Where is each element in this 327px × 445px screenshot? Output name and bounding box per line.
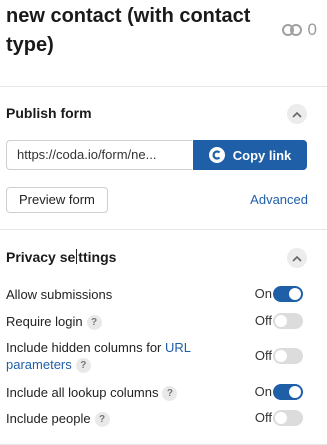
form-url-field[interactable]: https://coda.io/form/ne... — [6, 140, 192, 170]
copy-link-button[interactable]: Copy link — [193, 140, 307, 170]
setting-state: Off — [254, 348, 272, 363]
lookup-columns-toggle[interactable] — [273, 384, 303, 400]
chevron-up-icon — [292, 255, 302, 262]
help-icon[interactable]: ? — [162, 386, 178, 402]
chevron-up-icon — [292, 111, 302, 118]
preview-form-button[interactable]: Preview form — [6, 187, 108, 213]
collapse-publish-button[interactable] — [287, 104, 307, 124]
help-icon[interactable]: ? — [86, 315, 102, 331]
form-title: new contact (with contact type) — [6, 5, 251, 56]
coda-icon — [208, 147, 225, 163]
copy-link-label: Copy link — [232, 147, 292, 163]
collapse-privacy-button[interactable] — [287, 248, 307, 268]
privacy-section-title: Privacy se ttings — [6, 249, 117, 265]
publish-section-title: Publish form — [6, 105, 92, 121]
setting-label: Require login — [6, 314, 83, 329]
setting-state: On — [254, 286, 272, 301]
link-icon — [281, 24, 302, 36]
setting-state: On — [254, 384, 272, 399]
setting-state: Off — [254, 313, 272, 328]
setting-label: Include hidden columns for — [6, 340, 165, 355]
require-login-toggle[interactable] — [273, 313, 303, 329]
help-icon[interactable]: ? — [75, 358, 91, 374]
setting-state: Off — [254, 410, 272, 425]
setting-label: Allow submissions — [6, 287, 113, 302]
advanced-link[interactable]: Advanced — [250, 192, 308, 207]
link-count-value: 0 — [307, 20, 317, 39]
setting-label: Include all lookup columns — [6, 385, 159, 400]
form-header: new contact (with contact type) 0 — [0, 0, 327, 87]
hidden-columns-toggle[interactable] — [273, 348, 303, 364]
help-icon[interactable]: ? — [94, 412, 110, 428]
allow-submissions-toggle[interactable] — [273, 286, 303, 302]
link-count[interactable]: 0 — [281, 20, 317, 40]
include-people-toggle[interactable] — [273, 410, 303, 426]
setting-label: Include people — [6, 411, 91, 426]
